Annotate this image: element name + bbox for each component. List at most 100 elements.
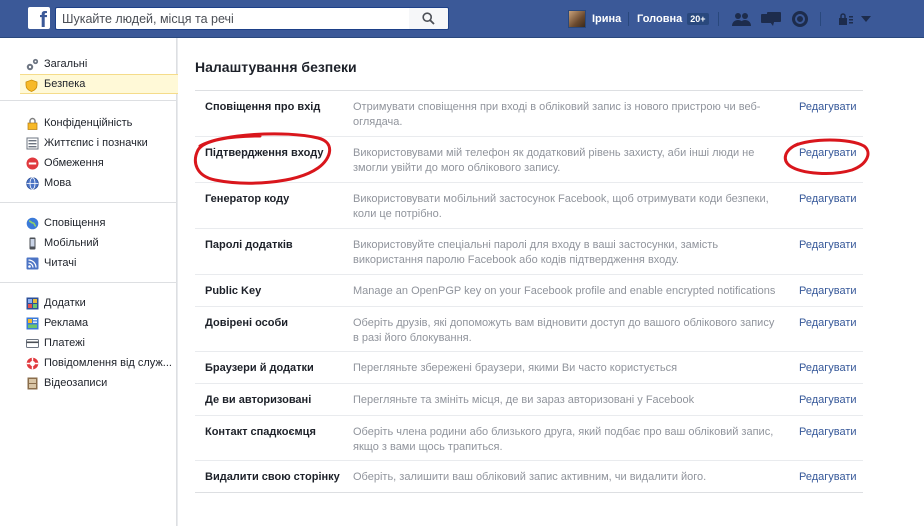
right-margin bbox=[878, 38, 924, 526]
profile-link[interactable]: Ірина bbox=[568, 9, 621, 29]
globe-notifications-icon bbox=[25, 216, 39, 230]
sidebar-item-general[interactable]: Загальні bbox=[0, 54, 176, 74]
search-input[interactable] bbox=[56, 8, 409, 29]
sidebar-item-label: Мова bbox=[44, 177, 72, 189]
sidebar-item-label: Сповіщення bbox=[44, 217, 106, 229]
divider bbox=[820, 12, 821, 26]
sidebar-item-support[interactable]: Повідомлення від служ... bbox=[0, 353, 176, 373]
settings-row-public-key[interactable]: Public Key Manage an OpenPGP key on your… bbox=[195, 275, 863, 307]
apps-icon bbox=[25, 296, 39, 310]
setting-description: Manage an OpenPGP key on your Facebook p… bbox=[353, 285, 776, 297]
privacy-icon[interactable] bbox=[836, 10, 856, 28]
sidebar-item-label: Додатки bbox=[44, 297, 86, 309]
sidebar-item-language[interactable]: Мова bbox=[0, 173, 176, 193]
sidebar-item-security[interactable]: Безпека bbox=[20, 74, 180, 94]
sidebar-item-label: Життєпис і позначки bbox=[44, 137, 148, 149]
settings-row-browsers-apps[interactable]: Браузери й додатки Перегляньте збережені… bbox=[195, 352, 863, 384]
setting-description: Використовувати мобільний застосунок Fac… bbox=[353, 193, 769, 220]
table-bottom-border bbox=[195, 492, 863, 493]
settings-row-trusted-contacts[interactable]: Довірені особи Оберіть друзів, які допом… bbox=[195, 307, 863, 352]
setting-description: Перегляньте збережені браузери, якими Ви… bbox=[353, 362, 678, 374]
sidebar-item-apps[interactable]: Додатки bbox=[0, 293, 176, 313]
sidebar-item-mobile[interactable]: Мобільний bbox=[0, 233, 176, 253]
rss-icon bbox=[25, 256, 39, 270]
divider bbox=[718, 12, 719, 26]
setting-description: Використовуйте спеціальні паролі для вхо… bbox=[353, 239, 719, 266]
settings-row-login-alerts[interactable]: Сповіщення про вхід Отримувати сповіщенн… bbox=[195, 91, 863, 137]
sidebar-item-label: Загальні bbox=[44, 58, 88, 70]
notifications-icon[interactable] bbox=[790, 10, 810, 28]
facebook-logo[interactable]: f bbox=[28, 7, 50, 31]
ads-icon bbox=[25, 316, 39, 330]
sidebar-item-ads[interactable]: Реклама bbox=[0, 313, 176, 333]
globe-icon bbox=[25, 176, 39, 190]
sidebar-item-blocking[interactable]: Обмеження bbox=[0, 153, 176, 173]
sidebar-group: Додатки Реклама Платежі Повідомлення від… bbox=[0, 283, 176, 401]
lock-icon bbox=[25, 116, 39, 130]
setting-name: Де ви авторизовані bbox=[205, 394, 312, 406]
support-icon bbox=[25, 356, 39, 370]
settings-row-legacy-contact[interactable]: Контакт спадкоємця Оберіть члена родини … bbox=[195, 416, 863, 461]
edit-link[interactable]: Редагувати bbox=[799, 362, 857, 374]
settings-row-where-logged-in[interactable]: Де ви авторизовані Перегляньте та змініт… bbox=[195, 384, 863, 416]
sidebar-group: Загальні Безпека bbox=[0, 38, 180, 101]
sidebar-group: Конфіденційність Життєпис і позначки Обм… bbox=[0, 101, 176, 203]
setting-name: Підтвердження входу bbox=[205, 147, 324, 159]
gear-icon bbox=[25, 57, 39, 71]
sidebar-item-videos[interactable]: Відеозаписи bbox=[0, 373, 176, 393]
edit-link[interactable]: Редагувати bbox=[799, 471, 857, 483]
setting-description: Отримувати сповіщення при вході в обліко… bbox=[353, 101, 761, 128]
home-link[interactable]: Головна 20+ bbox=[637, 9, 709, 29]
setting-name: Довірені особи bbox=[205, 317, 289, 329]
sidebar-item-label: Конфіденційність bbox=[44, 117, 133, 129]
setting-name: Видалити свою сторінку bbox=[205, 471, 340, 483]
edit-link[interactable]: Редагувати bbox=[799, 193, 857, 205]
sidebar-item-timeline[interactable]: Життєпис і позначки bbox=[0, 133, 176, 153]
edit-link[interactable]: Редагувати bbox=[799, 317, 857, 329]
block-icon bbox=[25, 156, 39, 170]
video-icon bbox=[25, 376, 39, 390]
setting-description: Використовувами мій телефон як додаткови… bbox=[353, 147, 755, 174]
settings-row-app-passwords[interactable]: Паролі додатків Використовуйте спеціальн… bbox=[195, 229, 863, 275]
setting-name: Браузери й додатки bbox=[205, 362, 314, 374]
sidebar-item-label: Відеозаписи bbox=[44, 377, 108, 389]
search-button[interactable] bbox=[409, 7, 449, 30]
top-bar: f Ірина Головна 20+ bbox=[0, 0, 924, 38]
avatar bbox=[568, 10, 586, 28]
setting-description: Перегляньте та змініть місця, де ви зара… bbox=[353, 394, 695, 406]
home-label: Головна bbox=[637, 13, 683, 25]
sidebar-item-label: Мобільний bbox=[44, 237, 99, 249]
shield-icon bbox=[24, 78, 38, 92]
payments-icon bbox=[25, 336, 39, 350]
edit-link[interactable]: Редагувати bbox=[799, 101, 857, 113]
edit-link[interactable]: Редагувати bbox=[799, 394, 857, 406]
edit-link[interactable]: Редагувати bbox=[799, 426, 857, 438]
sidebar-item-label: Платежі bbox=[44, 337, 85, 349]
settings-row-login-approvals[interactable]: Підтвердження входу Використовувами мій … bbox=[195, 137, 863, 183]
settings-table: Сповіщення про вхід Отримувати сповіщенн… bbox=[195, 90, 863, 495]
setting-name: Public Key bbox=[205, 285, 262, 297]
messages-icon[interactable] bbox=[761, 10, 781, 28]
sidebar-item-followers[interactable]: Читачі bbox=[0, 253, 176, 273]
settings-row-code-generator[interactable]: Генератор коду Використовувати мобільний… bbox=[195, 183, 863, 229]
sidebar-item-payments[interactable]: Платежі bbox=[0, 333, 176, 353]
account-menu-icon[interactable] bbox=[859, 10, 873, 28]
settings-row-delete-account[interactable]: Видалити свою сторінку Оберіть, залишити… bbox=[195, 461, 863, 495]
timeline-icon bbox=[25, 136, 39, 150]
sidebar-item-notifications[interactable]: Сповіщення bbox=[0, 213, 176, 233]
setting-description: Оберіть, залишити ваш обліковий запис ак… bbox=[353, 471, 707, 483]
edit-link[interactable]: Редагувати bbox=[799, 147, 857, 159]
security-settings-panel: Налаштування безпеки Сповіщення про вхід… bbox=[178, 38, 878, 526]
mobile-icon bbox=[25, 236, 39, 250]
setting-description: Оберіть члена родини або близького друга… bbox=[353, 426, 774, 453]
edit-link[interactable]: Редагувати bbox=[799, 239, 857, 251]
sidebar-item-privacy[interactable]: Конфіденційність bbox=[0, 113, 176, 133]
setting-name: Контакт спадкоємця bbox=[205, 426, 316, 438]
sidebar-item-label: Безпека bbox=[44, 78, 86, 90]
divider bbox=[628, 12, 629, 26]
edit-link[interactable]: Редагувати bbox=[799, 285, 857, 297]
search-icon bbox=[422, 12, 435, 25]
friends-icon[interactable] bbox=[732, 10, 752, 28]
settings-sidebar: Загальні Безпека Конфіденційність Життєп… bbox=[0, 38, 180, 526]
setting-name: Сповіщення про вхід bbox=[205, 101, 321, 113]
